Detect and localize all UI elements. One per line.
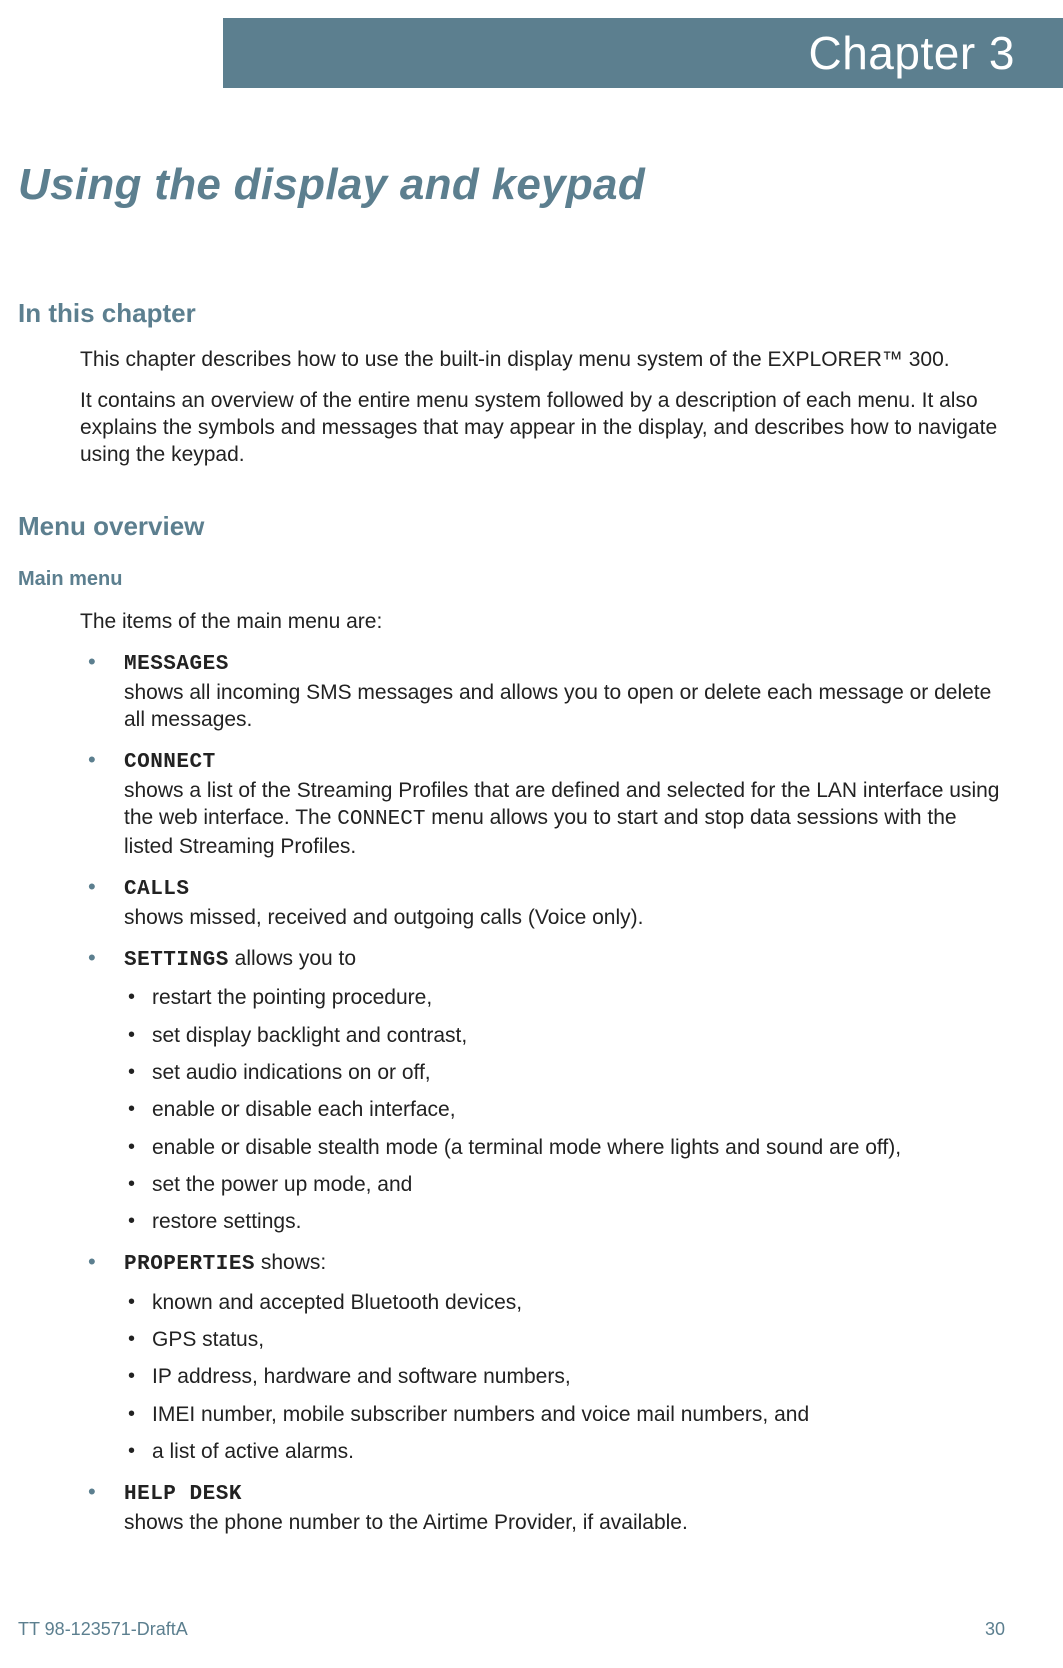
page-footer: TT 98-123571-DraftA 30 bbox=[18, 1619, 1005, 1640]
list-item: set audio indications on or off, bbox=[124, 1059, 1001, 1086]
menu-label-properties: PROPERTIES bbox=[124, 1253, 255, 1276]
footer-doc-id: TT 98-123571-DraftA bbox=[18, 1619, 188, 1640]
chapter-banner: Chapter 3 bbox=[223, 18, 1063, 88]
chapter-label: Chapter 3 bbox=[808, 26, 1015, 80]
list-item-desc: shows a list of the Streaming Profiles t… bbox=[124, 779, 1000, 859]
text: allows you to bbox=[229, 947, 356, 970]
footer-page-number: 30 bbox=[985, 1619, 1005, 1640]
list-item: SETTINGS allows you to restart the point… bbox=[80, 945, 1001, 1235]
menu-label-calls: CALLS bbox=[124, 878, 190, 901]
list-item: restore settings. bbox=[124, 1208, 1001, 1235]
list-item: set the power up mode, and bbox=[124, 1171, 1001, 1198]
list-item: restart the pointing procedure, bbox=[124, 984, 1001, 1011]
list-item: HELP DESK shows the phone number to the … bbox=[80, 1479, 1001, 1536]
list-item: PROPERTIES shows: known and accepted Blu… bbox=[80, 1249, 1001, 1465]
heading-main-menu: Main menu bbox=[18, 568, 1001, 591]
list-item: enable or disable each interface, bbox=[124, 1096, 1001, 1123]
list-item: IP address, hardware and software number… bbox=[124, 1363, 1001, 1390]
mono-text: CONNECT bbox=[337, 808, 425, 831]
menu-label-connect: CONNECT bbox=[124, 751, 216, 774]
list-item: set display backlight and contrast, bbox=[124, 1022, 1001, 1049]
content: In this chapter This chapter describes h… bbox=[18, 298, 1001, 1550]
list-item-desc: shows all incoming SMS messages and allo… bbox=[124, 681, 991, 731]
list-item: IMEI number, mobile subscriber numbers a… bbox=[124, 1401, 1001, 1428]
list-item: enable or disable stealth mode (a termin… bbox=[124, 1134, 1001, 1161]
heading-menu-overview: Menu overview bbox=[18, 511, 1001, 542]
list-item-desc: shows the phone number to the Airtime Pr… bbox=[124, 1511, 688, 1534]
list-item-desc: shows missed, received and outgoing call… bbox=[124, 906, 643, 929]
menu-label-settings: SETTINGS bbox=[124, 949, 229, 972]
list-item: CONNECT shows a list of the Streaming Pr… bbox=[80, 747, 1001, 860]
page-title: Using the display and keypad bbox=[18, 160, 645, 210]
sub-list: restart the pointing procedure, set disp… bbox=[124, 984, 1001, 1235]
paragraph: It contains an overview of the entire me… bbox=[80, 388, 1001, 469]
paragraph: The items of the main menu are: bbox=[80, 609, 1001, 636]
list-item: GPS status, bbox=[124, 1326, 1001, 1353]
list-item: CALLS shows missed, received and outgoin… bbox=[80, 874, 1001, 931]
text: shows: bbox=[255, 1251, 326, 1274]
heading-in-this-chapter: In this chapter bbox=[18, 298, 1001, 329]
paragraph: This chapter describes how to use the bu… bbox=[80, 347, 1001, 374]
menu-label-messages: MESSAGES bbox=[124, 653, 229, 676]
page: Chapter 3 Using the display and keypad I… bbox=[0, 0, 1063, 1668]
list-item: a list of active alarms. bbox=[124, 1438, 1001, 1465]
menu-label-help-desk: HELP DESK bbox=[124, 1483, 242, 1506]
section-in-this-chapter: This chapter describes how to use the bu… bbox=[80, 347, 1001, 469]
sub-list: known and accepted Bluetooth devices, GP… bbox=[124, 1289, 1001, 1465]
section-main-menu: The items of the main menu are: MESSAGES… bbox=[80, 609, 1001, 1536]
list-item: MESSAGES shows all incoming SMS messages… bbox=[80, 649, 1001, 733]
main-menu-list: MESSAGES shows all incoming SMS messages… bbox=[80, 649, 1001, 1535]
list-item: known and accepted Bluetooth devices, bbox=[124, 1289, 1001, 1316]
